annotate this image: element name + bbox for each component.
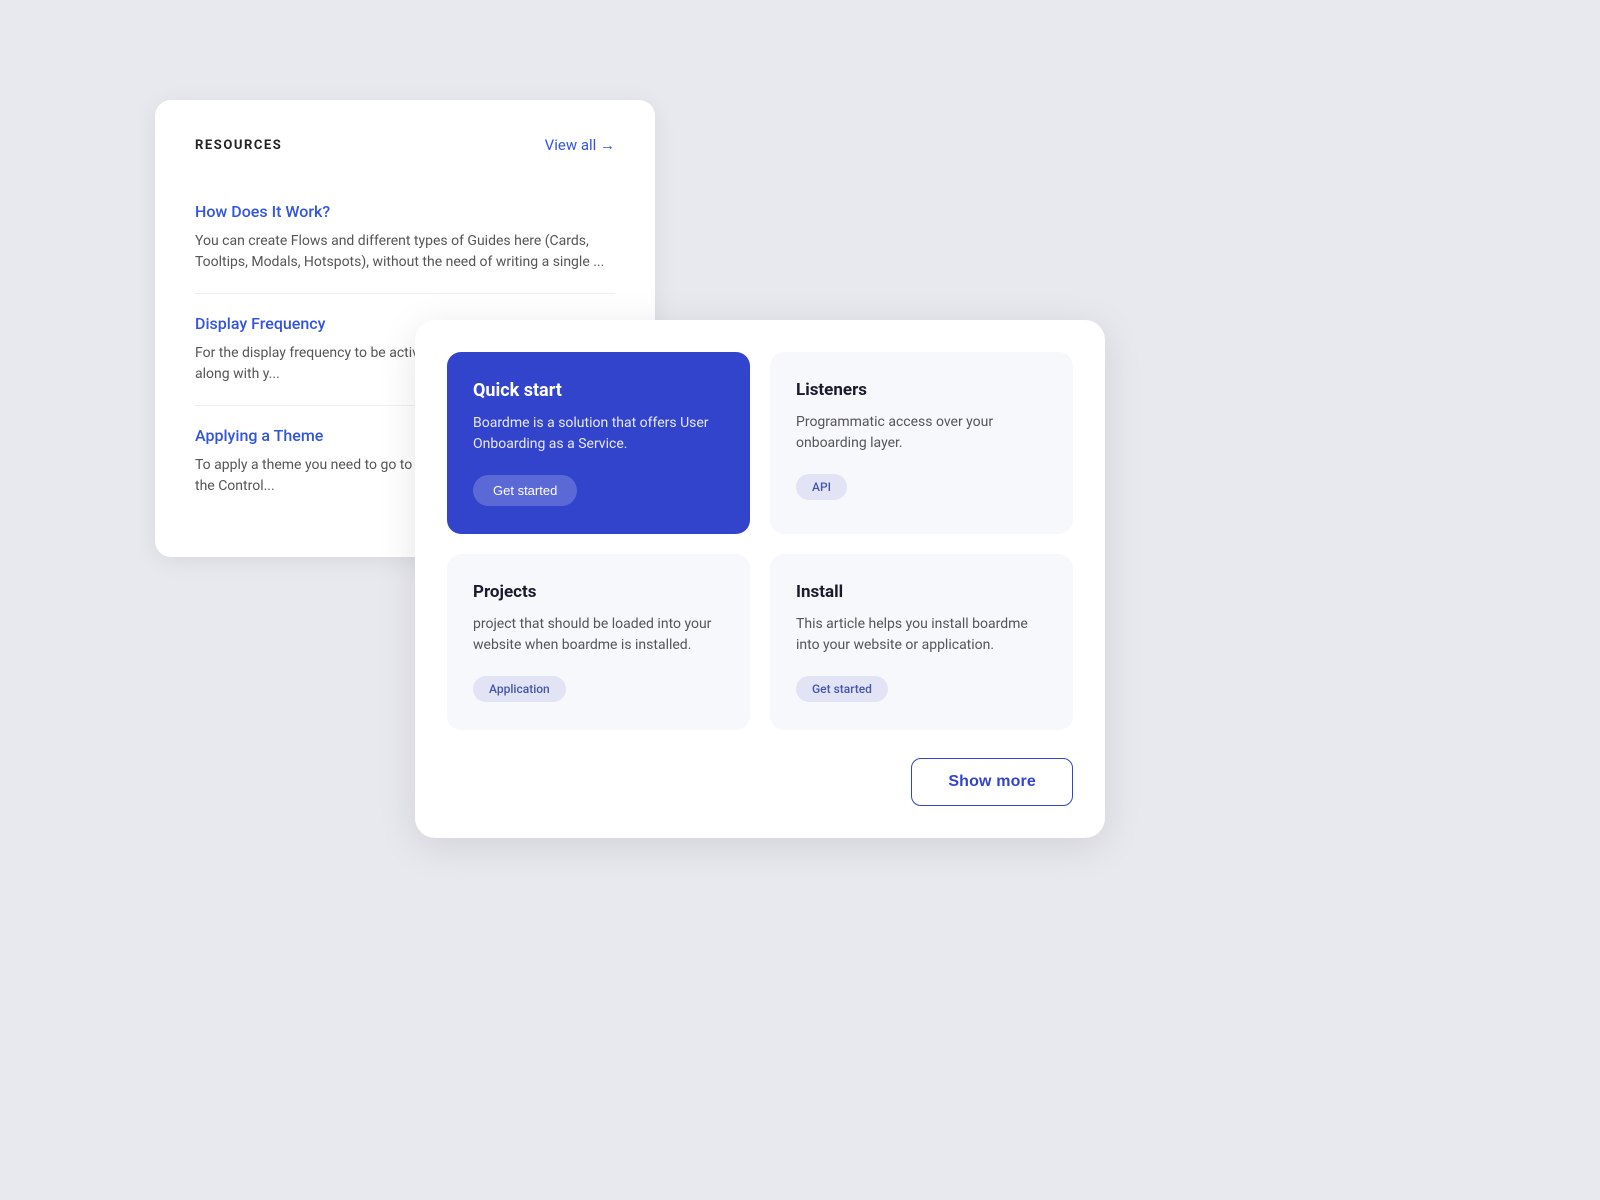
view-all-link[interactable]: View all → [545,136,615,154]
install-title: Install [796,582,1047,602]
install-card: Install This article helps you install b… [770,554,1073,730]
main-card: Quick start Boardme is a solution that o… [415,320,1105,838]
show-more-button[interactable]: Show more [911,758,1073,806]
resources-title: RESOURCES [195,138,282,153]
projects-tag[interactable]: Application [473,676,566,702]
quickstart-card: Quick start Boardme is a solution that o… [447,352,750,534]
projects-title: Projects [473,582,724,602]
resource-item-desc-1: You can create Flows and different types… [195,231,615,273]
install-tag[interactable]: Get started [796,676,888,702]
cards-grid: Quick start Boardme is a solution that o… [447,352,1073,730]
install-desc: This article helps you install boardme i… [796,614,1047,656]
listeners-tag[interactable]: API [796,474,847,500]
resource-item-1: How Does It Work? You can create Flows a… [195,182,615,294]
quickstart-desc: Boardme is a solution that offers User O… [473,413,724,455]
resource-item-title-1[interactable]: How Does It Work? [195,202,615,221]
projects-desc: project that should be loaded into your … [473,614,724,656]
quickstart-title: Quick start [473,380,724,401]
quickstart-get-started-button[interactable]: Get started [473,475,577,506]
projects-card: Projects project that should be loaded i… [447,554,750,730]
listeners-desc: Programmatic access over your onboarding… [796,412,1047,454]
resources-header: RESOURCES View all → [195,136,615,154]
listeners-title: Listeners [796,380,1047,400]
listeners-card: Listeners Programmatic access over your … [770,352,1073,534]
show-more-row: Show more [447,758,1073,806]
